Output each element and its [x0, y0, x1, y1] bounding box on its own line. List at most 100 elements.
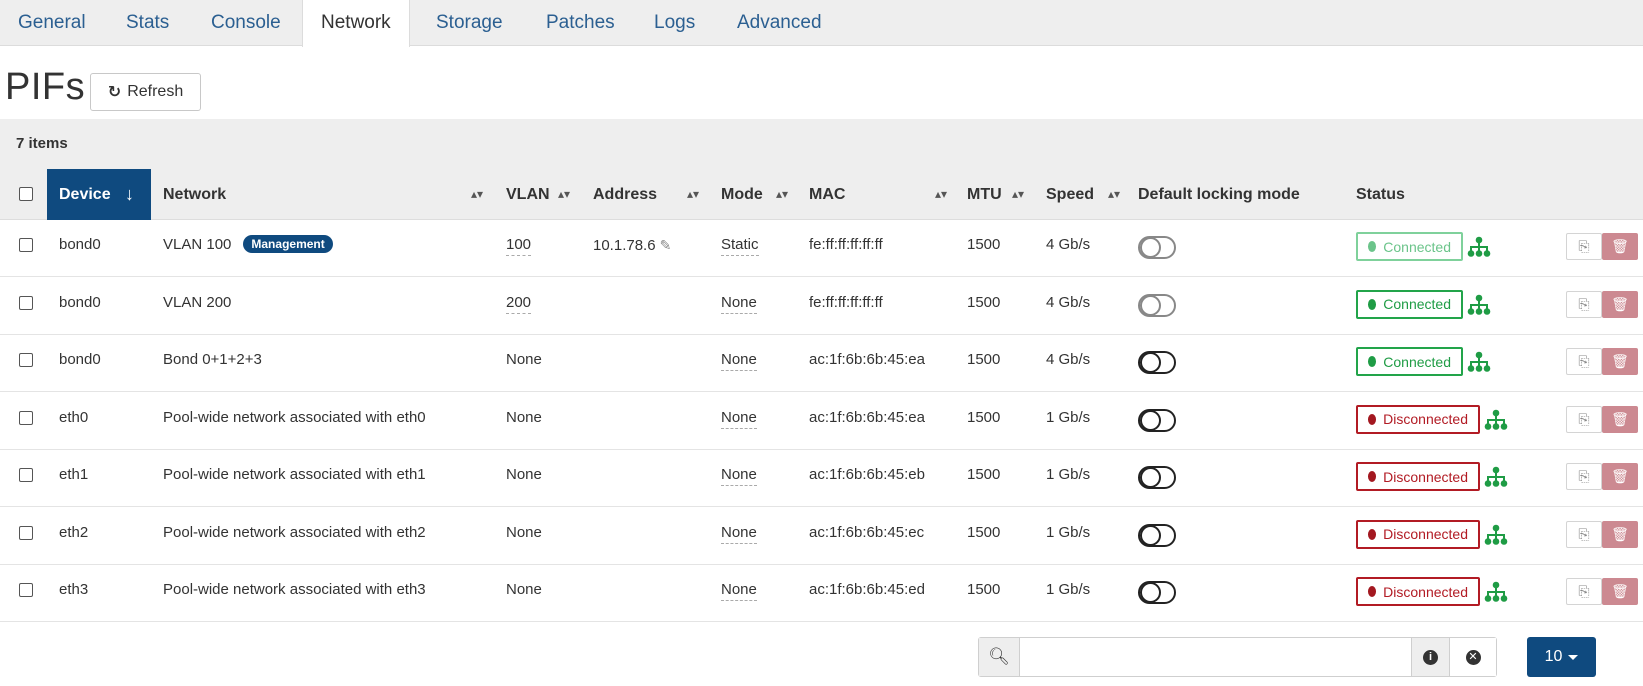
tab-console[interactable]: Console — [193, 0, 299, 46]
mode-cell[interactable]: Static — [721, 220, 759, 277]
row-checkbox[interactable] — [19, 238, 33, 252]
locking-mode-toggle[interactable] — [1138, 293, 1176, 317]
status-badge[interactable]: Disconnected — [1356, 404, 1480, 434]
locking-mode-toggle[interactable] — [1138, 581, 1176, 604]
copy-button[interactable]: ⎘ — [1566, 463, 1602, 490]
tab-advanced[interactable]: Advanced — [719, 0, 840, 46]
mode-value[interactable]: None — [721, 294, 757, 314]
tab-patches[interactable]: Patches — [528, 0, 633, 46]
network-topology-icon[interactable] — [1484, 581, 1508, 603]
copy-button[interactable]: ⎘ — [1566, 290, 1602, 318]
network-topology-icon[interactable] — [1484, 524, 1508, 546]
row-checkbox[interactable] — [19, 295, 33, 310]
column-mac[interactable]: MAC ▴▾ — [809, 169, 949, 220]
column-mtu-label: MTU — [967, 186, 1002, 203]
mode-value[interactable]: None — [721, 466, 757, 486]
mac-cell: ac:1f:6b:6b:45:ea — [809, 351, 925, 368]
mode-cell[interactable]: None — [721, 393, 757, 450]
column-speed-label: Speed — [1046, 186, 1095, 203]
delete-button[interactable]: 🗑︎ — [1602, 405, 1638, 433]
status-badge[interactable]: Disconnected — [1356, 519, 1480, 549]
copy-button[interactable]: ⎘ — [1566, 405, 1602, 433]
row-checkbox[interactable] — [19, 353, 33, 367]
status-badge[interactable]: Disconnected — [1356, 462, 1480, 491]
mode-cell[interactable]: None — [721, 565, 757, 622]
mode-value[interactable]: None — [721, 581, 757, 601]
tab-storage[interactable]: Storage — [418, 0, 521, 46]
speed-cell: 1 Gb/s — [1046, 466, 1091, 483]
row-checkbox[interactable] — [19, 525, 33, 540]
column-network[interactable]: Network ▴▾ — [163, 169, 485, 220]
device-cell: eth2 — [59, 523, 89, 541]
delete-button[interactable]: 🗑︎ — [1602, 520, 1638, 548]
refresh-button[interactable]: ↻ Refresh — [90, 73, 201, 111]
clear-filter-button[interactable]: ✕ — [1449, 638, 1496, 676]
mode-value[interactable]: Static — [721, 236, 759, 256]
pencil-icon[interactable]: ✎ — [660, 237, 672, 253]
delete-button[interactable]: 🗑︎ — [1602, 348, 1638, 375]
vlan-cell[interactable]: 100 — [506, 220, 532, 277]
status-badge[interactable]: Disconnected — [1356, 577, 1480, 606]
vlan-cell[interactable]: 200 — [506, 278, 532, 335]
column-speed[interactable]: Speed ▴▾ — [1046, 169, 1122, 220]
network-name: Pool-wide network associated with eth0 — [163, 408, 426, 426]
delete-button[interactable]: 🗑︎ — [1602, 290, 1638, 318]
mode-value[interactable]: None — [721, 351, 757, 371]
network-topology-icon[interactable] — [1484, 409, 1508, 431]
copy-button[interactable]: ⎘ — [1566, 578, 1602, 605]
sort-icon: ▴▾ — [1108, 187, 1121, 201]
network-topology-icon[interactable] — [1467, 236, 1491, 258]
column-mtu[interactable]: MTU ▴▾ — [967, 169, 1027, 220]
status-badge[interactable]: Connected — [1356, 289, 1463, 319]
tab-stats[interactable]: Stats — [108, 0, 187, 46]
copy-button[interactable]: ⎘ — [1566, 348, 1602, 375]
mode-value[interactable]: None — [721, 409, 757, 429]
mode-cell[interactable]: None — [721, 278, 757, 335]
address-cell[interactable]: 10.1.78.6 ✎ — [593, 220, 671, 277]
sort-desc-icon: ↓ — [125, 184, 134, 204]
locking-mode-toggle[interactable] — [1138, 466, 1176, 489]
network-topology-icon[interactable] — [1467, 294, 1491, 316]
mode-cell[interactable]: None — [721, 335, 757, 392]
vlan-value[interactable]: 100 — [506, 236, 532, 256]
row-checkbox[interactable] — [19, 583, 33, 597]
status-badge[interactable]: Connected — [1356, 232, 1463, 261]
speed-cell: 1 Gb/s — [1046, 523, 1091, 541]
column-mode[interactable]: Mode ▴▾ — [721, 169, 796, 220]
mode-value[interactable]: None — [721, 524, 757, 544]
select-all-checkbox[interactable] — [19, 187, 33, 201]
column-device[interactable]: Device ↓ — [47, 169, 151, 220]
locking-mode-toggle[interactable] — [1138, 408, 1176, 432]
copy-button[interactable]: ⎘ — [1566, 520, 1602, 548]
row-checkbox[interactable] — [19, 410, 33, 425]
tab-network[interactable]: Network — [302, 0, 410, 47]
page-size-dropdown[interactable]: 10 — [1527, 637, 1596, 677]
network-topology-icon[interactable] — [1467, 351, 1491, 373]
copy-button[interactable]: ⎘ — [1566, 233, 1602, 260]
delete-button[interactable]: 🗑︎ — [1602, 233, 1638, 260]
tab-logs[interactable]: Logs — [636, 0, 713, 46]
delete-button[interactable]: 🗑︎ — [1602, 463, 1638, 490]
table-header: Device ↓ Network ▴▾ VLAN ▴▾ Address ▴▾ M… — [0, 169, 1643, 220]
table-row: bond0 Bond 0+1+2+3 None None ac:1f:6b:6b:45:… — [0, 335, 1643, 392]
filter-input[interactable] — [1020, 638, 1411, 676]
column-address[interactable]: Address ▴▾ — [593, 169, 703, 220]
filter-help-button[interactable]: i — [1411, 638, 1449, 676]
network-topology-icon[interactable] — [1484, 466, 1508, 488]
vlan-value[interactable]: 200 — [506, 294, 532, 314]
locking-mode-toggle[interactable] — [1138, 351, 1176, 374]
column-vlan[interactable]: VLAN ▴▾ — [506, 169, 572, 220]
tab-general[interactable]: General — [0, 0, 104, 46]
status-dot-icon — [1368, 586, 1377, 597]
locking-mode-toggle[interactable] — [1138, 236, 1176, 259]
status-badge[interactable]: Connected — [1356, 347, 1463, 376]
row-checkbox[interactable] — [19, 468, 33, 482]
copy-icon: ⎘ — [1578, 410, 1590, 427]
copy-icon: ⎘ — [1578, 525, 1590, 542]
delete-button[interactable]: 🗑︎ — [1602, 578, 1638, 605]
locking-mode-toggle[interactable] — [1138, 523, 1176, 547]
vlan-value: None — [506, 581, 542, 598]
search-icon: 🔍︎ — [979, 638, 1020, 676]
mode-cell[interactable]: None — [721, 508, 757, 565]
mode-cell[interactable]: None — [721, 450, 757, 507]
